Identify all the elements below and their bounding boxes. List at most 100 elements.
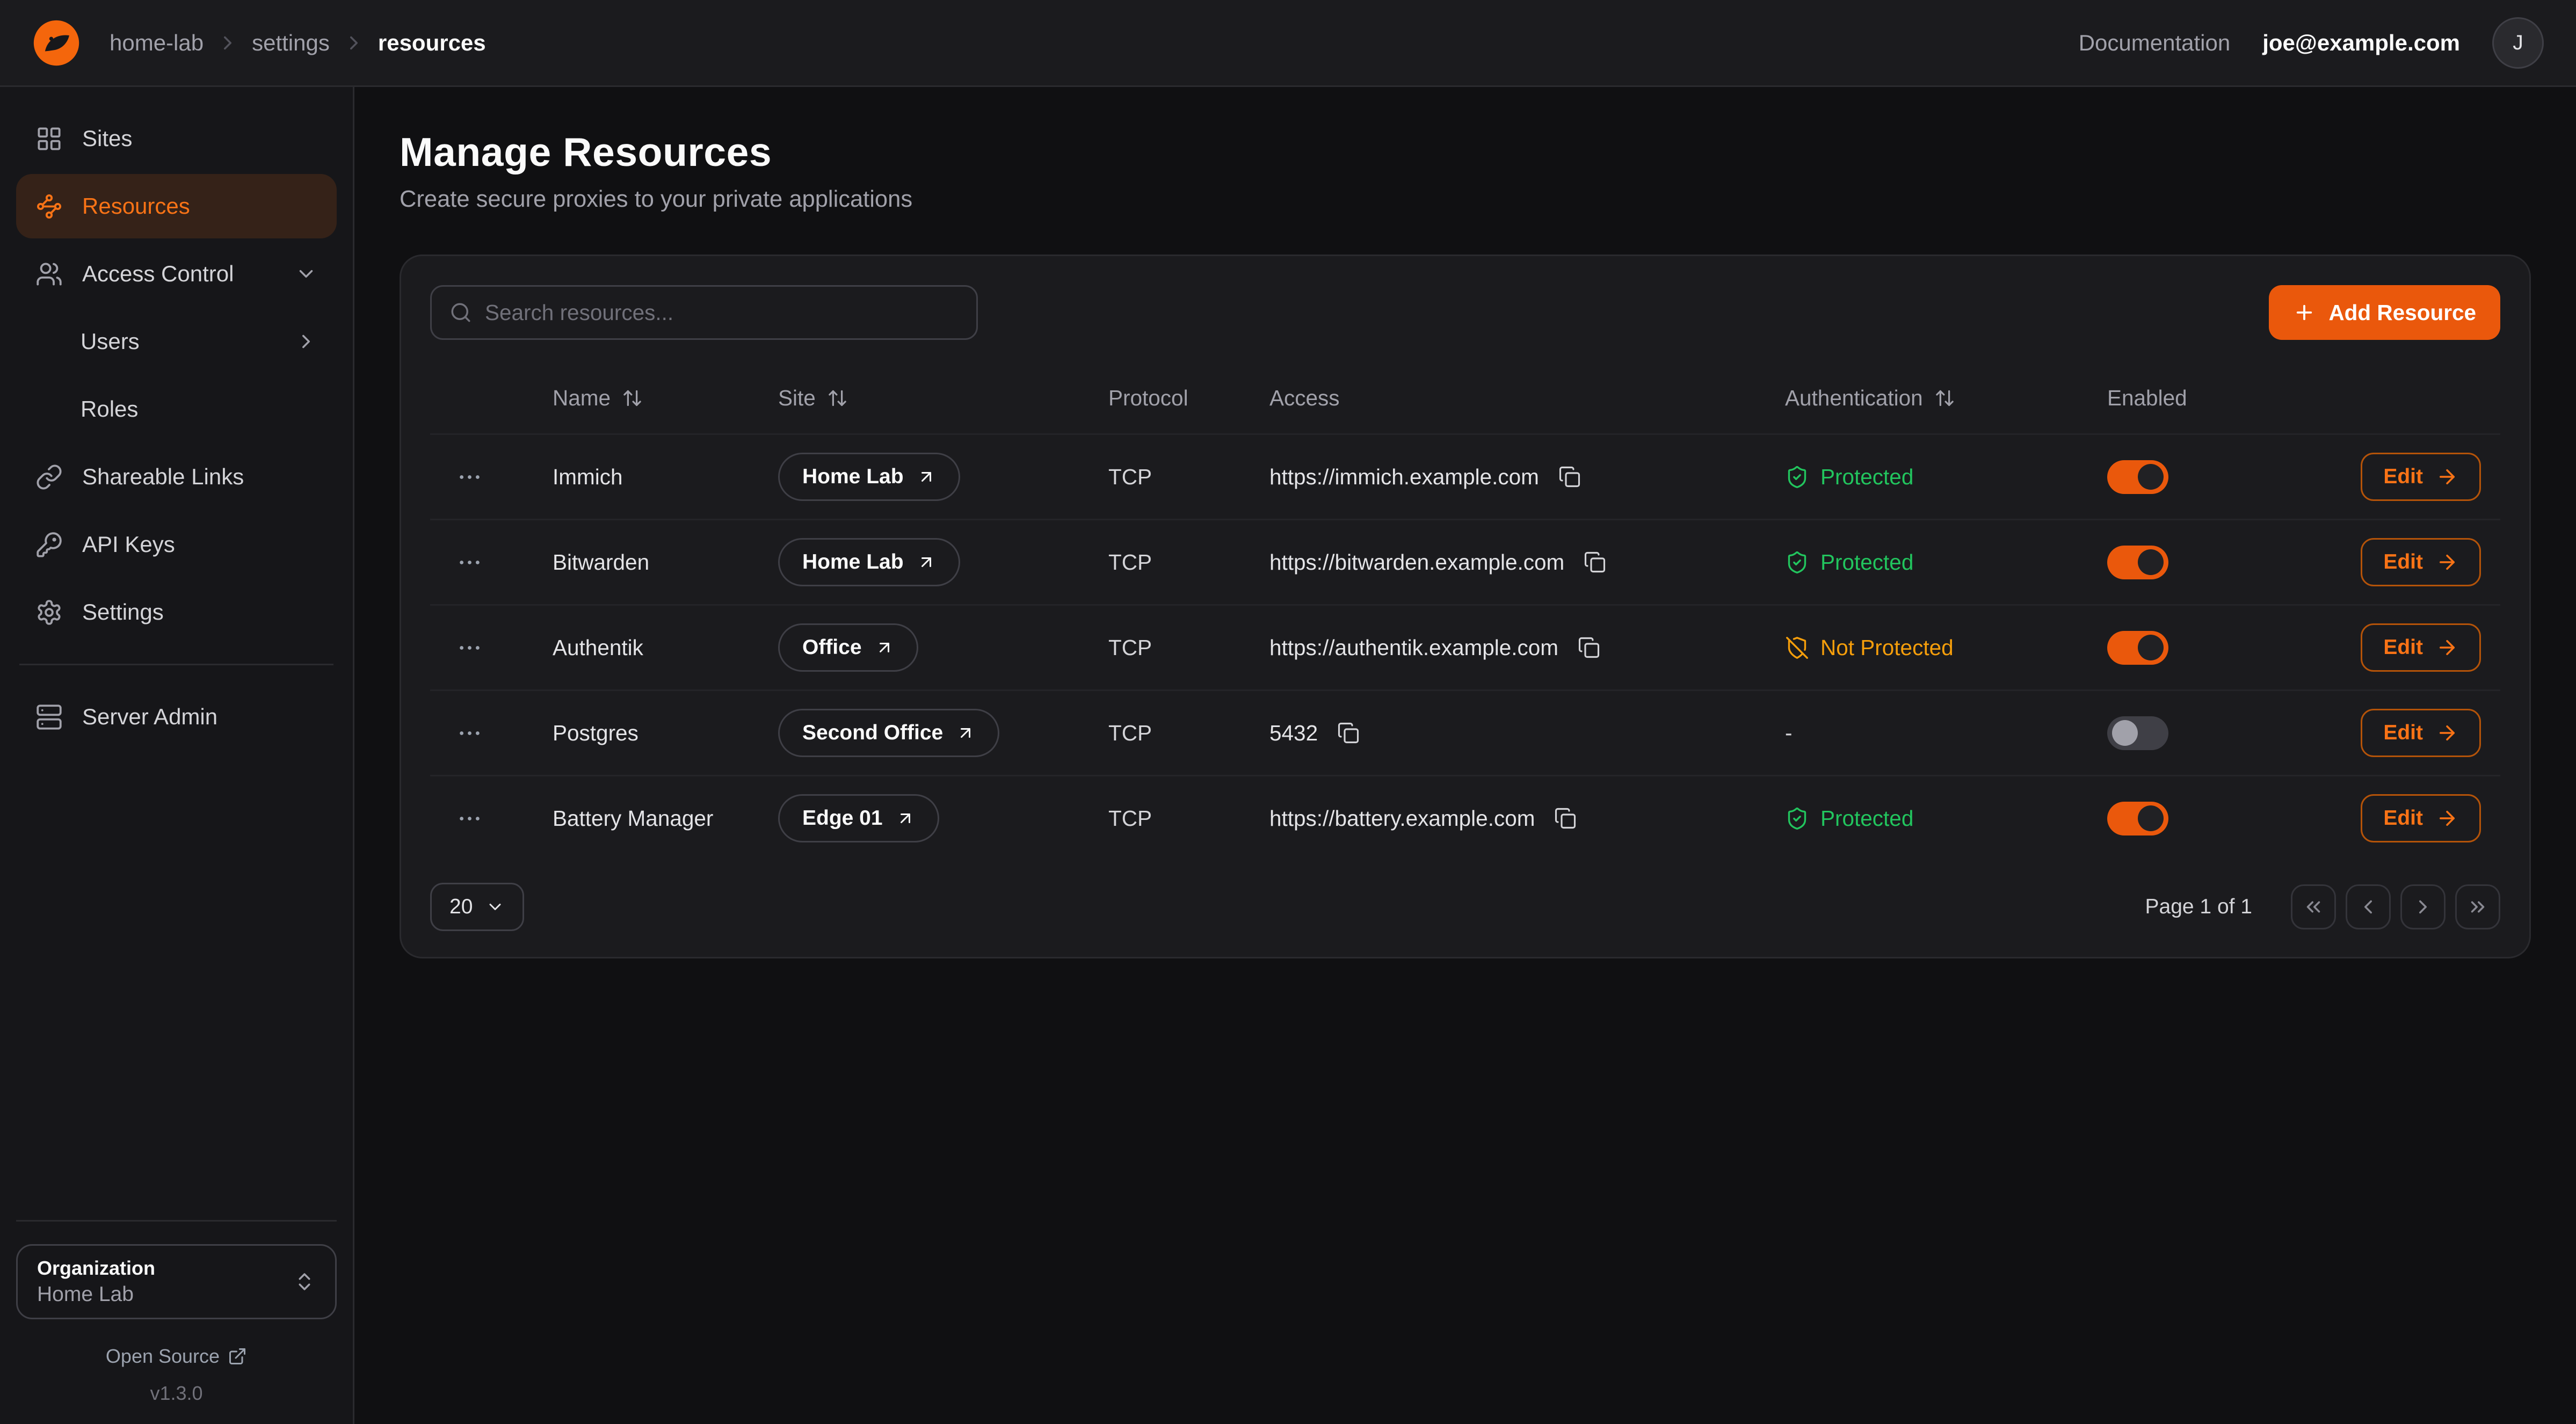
auth-status-label: Protected — [1820, 464, 1913, 490]
shield-check-icon — [1785, 465, 1809, 489]
sidebar-item-settings[interactable]: Settings — [16, 580, 337, 644]
user-email[interactable]: joe@example.com — [2262, 30, 2460, 56]
table-row: Immich Home Lab TCP https://immich.examp… — [430, 433, 2500, 519]
key-icon — [35, 531, 63, 558]
search-icon — [449, 301, 472, 324]
access-value: https://immich.example.com — [1269, 464, 1539, 490]
sidebar-item-api-keys[interactable]: API Keys — [16, 512, 337, 577]
add-resource-button[interactable]: Add Resource — [2269, 285, 2500, 340]
edit-button[interactable]: Edit — [2361, 453, 2481, 501]
copy-icon[interactable] — [1554, 461, 1586, 493]
site-name: Second Office — [802, 721, 943, 745]
sidebar-item-sites[interactable]: Sites — [16, 106, 337, 171]
breadcrumb-settings[interactable]: settings — [252, 30, 330, 56]
search-box — [430, 285, 978, 340]
site-link-button[interactable]: Office — [778, 623, 918, 672]
enabled-toggle[interactable] — [2107, 716, 2168, 750]
site-link-button[interactable]: Edge 01 — [778, 794, 939, 842]
resource-name: Authentik — [553, 635, 643, 660]
auth-status-badge: Protected — [1785, 464, 1913, 490]
card-toolbar: Add Resource — [430, 285, 2500, 340]
avatar[interactable]: J — [2492, 17, 2544, 69]
row-menu-button[interactable] — [449, 628, 490, 668]
enabled-toggle[interactable] — [2107, 631, 2168, 665]
edit-button[interactable]: Edit — [2361, 709, 2481, 757]
app-root: home-lab settings resources Documentatio… — [0, 0, 2576, 1424]
column-header-authentication[interactable]: Authentication — [1785, 386, 2107, 411]
edit-button[interactable]: Edit — [2361, 794, 2481, 842]
edit-button[interactable]: Edit — [2361, 623, 2481, 672]
column-header-site[interactable]: Site — [778, 386, 1108, 411]
table-row: Bitwarden Home Lab TCP https://bitwarden… — [430, 519, 2500, 604]
sort-icon — [622, 388, 643, 409]
sidebar-item-server-admin[interactable]: Server Admin — [16, 685, 337, 749]
site-name: Home Lab — [802, 550, 904, 574]
breadcrumb-separator-icon — [343, 32, 365, 54]
site-link-button[interactable]: Home Lab — [778, 538, 960, 586]
arrow-right-icon — [2436, 807, 2458, 830]
search-input[interactable] — [485, 300, 959, 325]
resources-card: Add Resource Name Site P — [400, 255, 2531, 958]
protocol-value: TCP — [1108, 635, 1152, 660]
next-page-button[interactable] — [2400, 884, 2446, 929]
first-page-button[interactable] — [2291, 884, 2336, 929]
auth-status-label: Not Protected — [1820, 635, 1954, 660]
arrow-up-right-icon — [917, 467, 936, 486]
sidebar-item-resources[interactable]: Resources — [16, 174, 337, 238]
chevron-down-icon — [295, 263, 317, 285]
main-content: Manage Resources Create secure proxies t… — [354, 87, 2576, 1424]
protocol-value: TCP — [1108, 550, 1152, 575]
enabled-toggle[interactable] — [2107, 546, 2168, 579]
card-footer: 20 Page 1 of 1 — [430, 883, 2500, 931]
protocol-value: TCP — [1108, 806, 1152, 831]
sidebar-item-users[interactable]: Users — [16, 309, 337, 374]
site-link-button[interactable]: Home Lab — [778, 453, 960, 501]
page-subtitle: Create secure proxies to your private ap… — [400, 186, 2531, 213]
sidebar-bottom: Organization Home Lab Open Source v1.3.0 — [16, 1220, 337, 1405]
table-header: Name Site Protocol Access Authentication — [430, 362, 2500, 433]
previous-page-button[interactable] — [2346, 884, 2391, 929]
copy-icon[interactable] — [1549, 802, 1581, 834]
edit-label: Edit — [2383, 807, 2423, 830]
open-source-link[interactable]: Open Source — [106, 1345, 247, 1368]
site-name: Office — [802, 636, 862, 659]
topbar-left: home-lab settings resources — [32, 19, 486, 67]
breadcrumb-org[interactable]: home-lab — [110, 30, 204, 56]
breadcrumb-resources[interactable]: resources — [378, 30, 486, 56]
sidebar-item-shareable-links[interactable]: Shareable Links — [16, 445, 337, 509]
sidebar-item-access-control[interactable]: Access Control — [16, 242, 337, 306]
page-size-select[interactable]: 20 — [430, 883, 524, 931]
organization-label: Organization — [37, 1257, 155, 1280]
edit-button[interactable]: Edit — [2361, 538, 2481, 586]
enabled-toggle[interactable] — [2107, 460, 2168, 494]
column-header-name[interactable]: Name — [553, 386, 778, 411]
column-header-access: Access — [1269, 386, 1785, 411]
documentation-link[interactable]: Documentation — [2079, 30, 2231, 56]
row-menu-button[interactable] — [449, 713, 490, 753]
shield-check-icon — [1785, 807, 1809, 831]
sidebar-nav: Sites Resources Access Control Users — [16, 106, 337, 749]
last-page-button[interactable] — [2455, 884, 2500, 929]
table-row: Postgres Second Office TCP 5432 - Edit — [430, 689, 2500, 775]
sidebar-item-roles[interactable]: Roles — [16, 377, 337, 441]
copy-icon[interactable] — [1332, 717, 1365, 749]
organization-select[interactable]: Organization Home Lab — [16, 1244, 337, 1319]
shield-check-icon — [1785, 550, 1809, 575]
arrow-up-right-icon — [917, 553, 936, 572]
plus-icon — [2293, 301, 2316, 324]
row-menu-button[interactable] — [449, 457, 490, 497]
copy-icon[interactable] — [1573, 631, 1605, 664]
row-menu-button[interactable] — [449, 542, 490, 583]
row-menu-button[interactable] — [449, 798, 490, 839]
enabled-toggle[interactable] — [2107, 802, 2168, 835]
arrow-right-icon — [2436, 636, 2458, 659]
app-logo[interactable] — [32, 19, 81, 67]
site-link-button[interactable]: Second Office — [778, 709, 999, 757]
copy-icon[interactable] — [1579, 546, 1611, 578]
auth-status-label: - — [1785, 721, 1793, 746]
arrow-up-right-icon — [875, 638, 894, 657]
resources-table: Name Site Protocol Access Authentication — [430, 362, 2500, 860]
sidebar: Sites Resources Access Control Users — [0, 87, 354, 1424]
breadcrumb: home-lab settings resources — [110, 30, 486, 56]
auth-status-badge: Protected — [1785, 550, 1913, 575]
